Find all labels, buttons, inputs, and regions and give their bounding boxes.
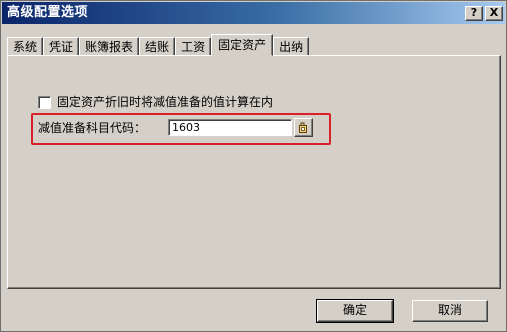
title-bar[interactable]: 高级配置选项 ? X	[2, 2, 505, 24]
tab-cashier[interactable]: 出纳	[273, 37, 310, 56]
help-button[interactable]: ?	[465, 6, 483, 21]
window-title: 高级配置选项	[7, 5, 89, 20]
tab-period-close[interactable]: 结账	[139, 37, 176, 56]
ok-button[interactable]: 确定	[316, 299, 394, 323]
cancel-button[interactable]: 取消	[412, 300, 488, 322]
tab-voucher[interactable]: 凭证	[43, 37, 80, 56]
advanced-config-dialog: 高级配置选项 ? X 系统 凭证 账簿报表 结账 工资 固定资产 出纳 固定资产…	[0, 0, 507, 332]
close-button[interactable]: X	[485, 6, 503, 21]
tab-payroll[interactable]: 工资	[175, 37, 212, 56]
tab-fixed-assets[interactable]: 固定资产	[211, 34, 274, 56]
tab-system[interactable]: 系统	[7, 37, 44, 56]
tab-panel-fixed-assets	[7, 55, 501, 289]
tab-strip: 系统 凭证 账簿报表 结账 工资 固定资产 出纳	[7, 34, 310, 56]
tab-ledger-reports[interactable]: 账簿报表	[79, 37, 140, 56]
